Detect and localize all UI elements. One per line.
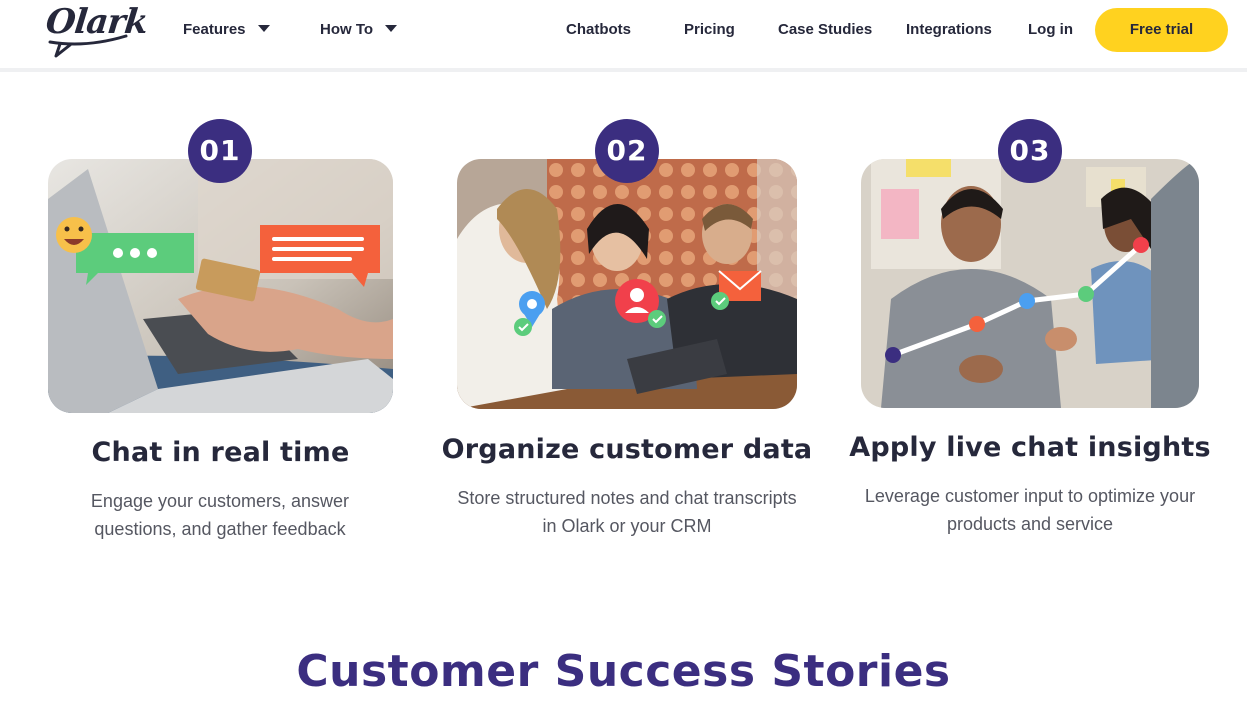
logo-wordmark: Olark: [43, 2, 150, 42]
nav-case-studies[interactable]: Case Studies: [778, 20, 872, 40]
feature-title-organize: Organize customer data: [441, 434, 813, 465]
feature-image-insights: [861, 159, 1199, 408]
chevron-down-icon: [385, 25, 398, 32]
chevron-down-icon: [257, 25, 270, 32]
nav-features[interactable]: Features: [183, 20, 270, 40]
free-trial-button[interactable]: Free trial: [1095, 8, 1228, 52]
feature-description-chat: Engage your customers, answer questions,…: [90, 491, 350, 539]
feature-title-insights: Apply live chat insights: [849, 432, 1211, 463]
nav-how-to[interactable]: How To: [320, 20, 398, 40]
nav-chatbots[interactable]: Chatbots: [566, 20, 631, 40]
feature-image-chat: [48, 159, 393, 413]
nav-log-in[interactable]: Log in: [1028, 20, 1073, 40]
step-badge-02: 02: [595, 119, 659, 183]
nav-pricing[interactable]: Pricing: [684, 20, 735, 40]
feature-title-chat: Chat in real time: [91, 437, 350, 468]
section-heading-success-stories: Customer Success Stories: [296, 646, 951, 697]
nav-integrations[interactable]: Integrations: [906, 20, 992, 40]
nav-features-label: Features: [183, 21, 246, 38]
step-badge-03: 03: [998, 119, 1062, 183]
feature-description-insights: Leverage customer input to optimize your…: [864, 486, 1196, 534]
feature-description-organize: Store structured notes and chat transcri…: [457, 488, 797, 536]
site-header: Olark Features How To Chatbots Pricing C…: [0, 0, 1247, 72]
olark-logo[interactable]: Olark: [44, 2, 149, 58]
feature-image-organize: [457, 159, 797, 409]
step-badge-01: 01: [188, 119, 252, 183]
nav-how-to-label: How To: [320, 21, 374, 38]
